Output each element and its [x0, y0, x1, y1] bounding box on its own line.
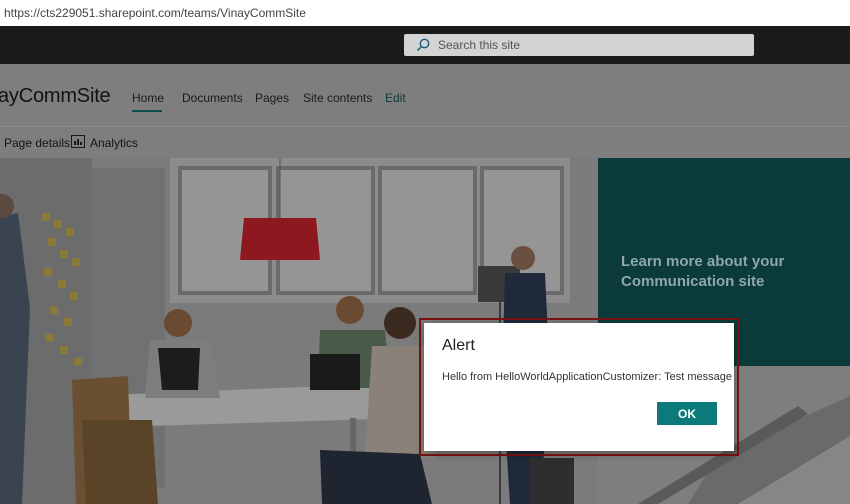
ok-button[interactable]: OK — [657, 402, 717, 425]
command-bar: Page details Analytics — [0, 126, 850, 159]
alert-title: Alert — [442, 337, 475, 354]
url-text: https://cts229051.sharepoint.com/teams/V… — [4, 6, 306, 20]
hero-tile-heading: Learn more about your Communication site — [621, 253, 785, 290]
browser-address-bar[interactable]: https://cts229051.sharepoint.com/teams/V… — [0, 0, 850, 27]
nav-pages[interactable]: Pages — [255, 91, 289, 105]
nav-documents[interactable]: Documents — [182, 91, 243, 105]
search-icon — [416, 38, 430, 52]
alert-dialog: Alert Hello from HelloWorldApplicationCu… — [424, 323, 734, 451]
site-title[interactable]: ayCommSite — [0, 85, 111, 108]
nav-home-selected-indicator — [132, 110, 162, 112]
search-placeholder: Search this site — [438, 38, 521, 52]
analytics-button[interactable]: Analytics — [90, 136, 138, 150]
alert-message: Hello from HelloWorldApplicationCustomiz… — [442, 371, 732, 383]
page-details-button[interactable]: Page details — [4, 136, 70, 150]
nav-home[interactable]: Home — [132, 91, 164, 105]
nav-site-contents[interactable]: Site contents — [303, 91, 372, 105]
analytics-icon — [71, 135, 85, 148]
search-box[interactable]: Search this site — [404, 34, 754, 56]
site-header: ayCommSite Home Documents Pages Site con… — [0, 64, 850, 126]
suite-bar: Search this site — [0, 26, 850, 64]
nav-edit-link[interactable]: Edit — [385, 91, 406, 105]
